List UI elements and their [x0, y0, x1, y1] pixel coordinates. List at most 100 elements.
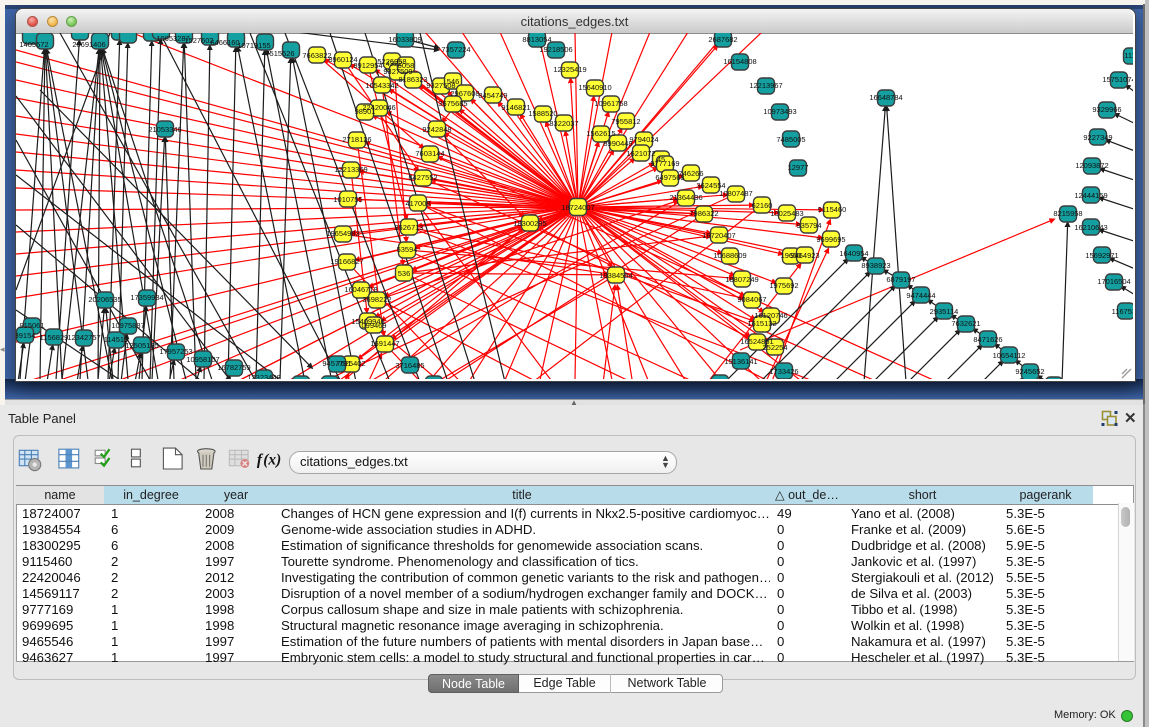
svg-text:12977: 12977: [788, 163, 809, 172]
svg-text:2967608: 2967608: [450, 89, 479, 98]
svg-text:9457791: 9457791: [322, 359, 351, 368]
svg-text:9084067: 9084067: [737, 295, 766, 304]
svg-text:15640910: 15640910: [578, 83, 611, 92]
svg-text:1405572: 1405572: [19, 40, 48, 49]
svg-text:16154808: 16154808: [723, 57, 756, 66]
svg-text:1527602: 1527602: [184, 36, 213, 45]
svg-text:12444159: 12444159: [1074, 191, 1107, 200]
svg-text:6879197: 6879197: [886, 275, 915, 284]
svg-text:536: 536: [398, 269, 411, 278]
svg-text:18300295: 18300295: [513, 219, 546, 228]
svg-text:39154: 39154: [16, 331, 35, 340]
svg-text:7357224: 7357224: [441, 45, 470, 54]
svg-text:10688609: 10688609: [713, 251, 746, 260]
svg-text:252254: 252254: [762, 343, 787, 352]
svg-text:10654112: 10654112: [993, 351, 1026, 360]
svg-text:10975887: 10975887: [111, 321, 144, 330]
svg-text:12342757: 12342757: [67, 333, 100, 342]
svg-text:8322037: 8322037: [549, 119, 578, 128]
svg-text:19166827: 19166827: [330, 257, 363, 266]
svg-text:546: 546: [447, 77, 460, 86]
svg-text:19218506: 19218506: [539, 45, 572, 54]
svg-text:12505135: 12505135: [125, 341, 158, 350]
svg-text:8454749: 8454749: [478, 91, 507, 100]
svg-text:3698222: 3698222: [362, 295, 391, 304]
svg-text:1562615: 1562615: [586, 129, 615, 138]
svg-text:8471626: 8471626: [973, 335, 1002, 344]
svg-text:9699695: 9699695: [816, 235, 845, 244]
svg-text:10961758: 10961758: [594, 99, 627, 108]
svg-text:21053346: 21053346: [148, 125, 181, 134]
svg-text:935794: 935794: [796, 221, 821, 230]
svg-text:8427552: 8427552: [408, 173, 437, 182]
svg-text:16543342: 16543342: [365, 81, 398, 90]
svg-text:1975692: 1975692: [769, 281, 798, 290]
svg-text:12323448: 12323448: [247, 373, 280, 379]
svg-text:20691406: 20691406: [72, 40, 105, 49]
svg-text:3675685: 3675685: [438, 99, 467, 108]
svg-text:1615132: 1615132: [747, 319, 776, 328]
svg-text:18807249: 18807249: [725, 275, 758, 284]
svg-text:3716485: 3716485: [395, 361, 424, 370]
svg-text:7603144: 7603144: [415, 149, 444, 158]
svg-text:1112: 1112: [1124, 51, 1133, 60]
svg-text:17359934: 17359934: [130, 293, 163, 302]
svg-text:1691447: 1691447: [370, 339, 399, 348]
svg-text:9242848: 9242848: [422, 125, 451, 134]
svg-text:12325419: 12325419: [553, 65, 586, 74]
svg-text:2935114: 2935114: [930, 307, 959, 316]
svg-text:1640954: 1640954: [839, 249, 868, 258]
svg-text:2687682: 2687682: [708, 35, 737, 44]
svg-text:8938923: 8938923: [861, 261, 890, 270]
svg-text:9474444: 9474444: [906, 291, 935, 300]
svg-text:20206535: 20206535: [88, 295, 121, 304]
svg-text:16210643: 16210643: [1074, 223, 1107, 232]
svg-text:8215958: 8215958: [1053, 209, 1082, 218]
svg-text:18720407: 18720407: [702, 231, 735, 240]
svg-text:9777169: 9777169: [650, 159, 679, 168]
svg-text:6497568: 6497568: [655, 173, 684, 182]
svg-text:12213967: 12213967: [749, 81, 782, 90]
svg-text:7485005: 7485005: [776, 135, 805, 144]
svg-text:98901: 98901: [355, 107, 376, 116]
svg-text:9115460: 9115460: [818, 205, 847, 214]
svg-text:1156829: 1156829: [40, 333, 69, 342]
svg-text:15136141: 15136141: [724, 357, 757, 366]
svg-text:53594: 53594: [397, 245, 418, 254]
svg-text:1010755: 1010755: [333, 195, 362, 204]
svg-text:1588520: 1588520: [528, 109, 557, 118]
svg-text:12093872: 12093872: [1075, 161, 1108, 170]
svg-text:9794024: 9794024: [629, 135, 658, 144]
svg-text:2718126: 2718126: [342, 135, 371, 144]
svg-text:16648784: 16648784: [869, 93, 902, 102]
svg-text:10025483: 10025483: [770, 209, 803, 218]
svg-text:099469: 099469: [361, 321, 386, 330]
svg-text:7955812: 7955812: [611, 117, 640, 126]
svg-text:62160: 62160: [752, 201, 773, 210]
svg-text:1733426: 1733426: [769, 367, 798, 376]
svg-text:6466160: 6466160: [210, 38, 239, 47]
svg-text:8990448: 8990448: [603, 139, 632, 148]
svg-text:7986322: 7986322: [689, 209, 718, 218]
svg-text:12213369: 12213369: [334, 165, 367, 174]
svg-text:9227349: 9227349: [1083, 133, 1112, 142]
svg-text:16782759: 16782759: [217, 363, 250, 372]
svg-text:15751074: 15751074: [1102, 75, 1133, 84]
svg-text:21364436: 21364436: [669, 193, 702, 202]
svg-text:10958107: 10958107: [186, 355, 219, 364]
svg-text:19384554: 19384554: [599, 271, 632, 280]
svg-text:10807487: 10807487: [719, 189, 752, 198]
svg-text:8813054: 8813054: [522, 35, 551, 44]
svg-text:7663822: 7663822: [302, 51, 331, 60]
svg-text:17016504: 17016504: [1097, 277, 1130, 286]
svg-text:18724007: 18724007: [561, 203, 594, 212]
svg-text:9146821: 9146821: [501, 103, 530, 112]
svg-text:7632621: 7632621: [951, 319, 980, 328]
svg-text:9464923: 9464923: [790, 251, 819, 260]
svg-text:6058: 6058: [398, 61, 415, 70]
svg-text:417008: 417008: [405, 199, 430, 208]
svg-text:1167534: 1167534: [1112, 307, 1133, 316]
svg-text:16046718: 16046718: [344, 285, 377, 294]
svg-text:7515526: 7515526: [265, 49, 294, 58]
svg-text:8186323: 8186323: [398, 75, 427, 84]
